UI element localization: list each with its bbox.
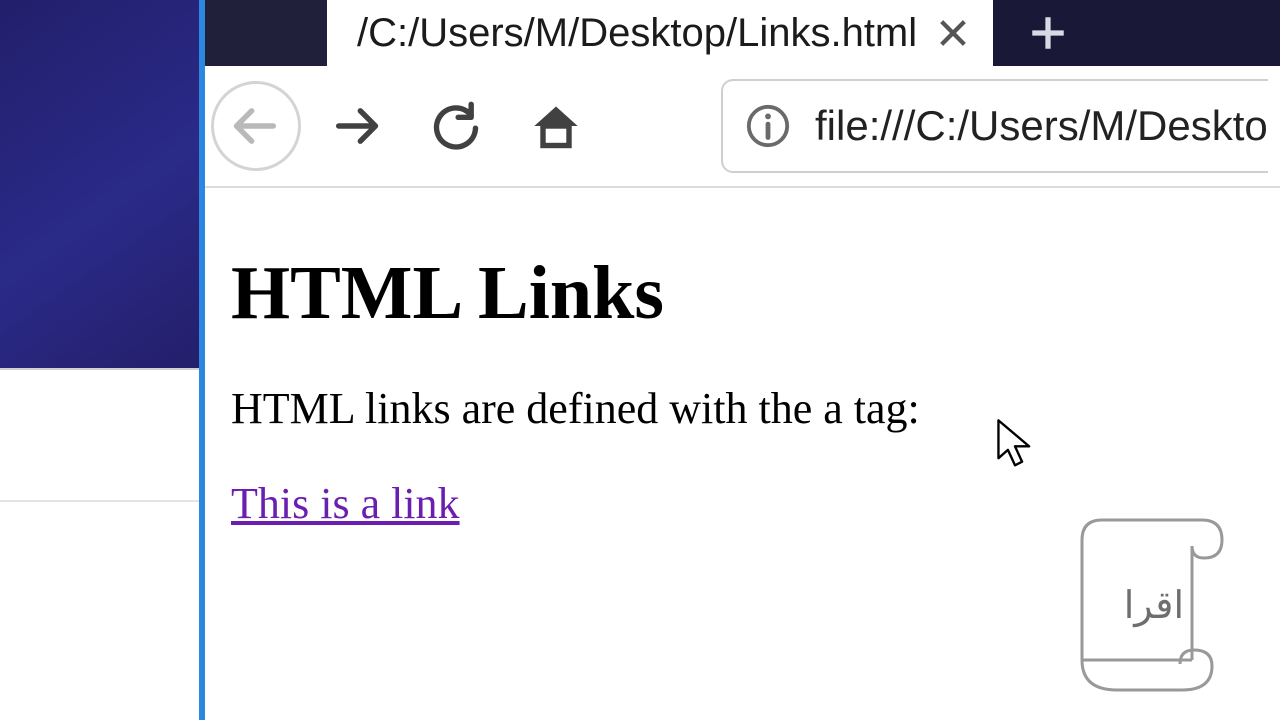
background-window-header <box>0 0 205 368</box>
page-viewport: HTML Links HTML links are defined with t… <box>205 188 1280 720</box>
tab-strip: /C:/Users/M/Desktop/Links.html <box>205 0 1280 66</box>
url-bar[interactable]: file:///C:/Users/M/Deskto <box>721 79 1268 173</box>
browser-window: /C:/Users/M/Desktop/Links.html <box>205 0 1280 720</box>
watermark-text: اقرا <box>1124 583 1184 628</box>
site-info-icon[interactable] <box>745 103 791 149</box>
tab-title: /C:/Users/M/Desktop/Links.html <box>357 11 917 56</box>
reload-icon <box>430 100 482 152</box>
tabstrip-spacer <box>205 0 327 66</box>
background-divider <box>0 368 205 370</box>
home-icon <box>530 100 582 152</box>
close-icon <box>936 16 970 50</box>
page-heading: HTML Links <box>231 250 1254 337</box>
page-paragraph: HTML links are defined with the a tag: <box>231 383 1254 434</box>
close-tab-button[interactable] <box>931 11 975 55</box>
watermark-scroll-icon <box>1062 510 1232 700</box>
arrow-right-icon <box>330 100 382 152</box>
url-text: file:///C:/Users/M/Deskto <box>815 102 1268 150</box>
reload-button[interactable] <box>411 81 501 171</box>
back-button[interactable] <box>211 81 301 171</box>
new-tab-button[interactable] <box>1013 0 1083 66</box>
nav-toolbar: file:///C:/Users/M/Deskto <box>205 66 1280 188</box>
background-divider-2 <box>0 500 205 502</box>
plus-icon <box>1027 12 1069 54</box>
browser-tab[interactable]: /C:/Users/M/Desktop/Links.html <box>327 0 993 66</box>
example-link[interactable]: This is a link <box>231 479 460 528</box>
arrow-left-icon <box>230 100 282 152</box>
background-window <box>0 0 205 720</box>
forward-button[interactable] <box>311 81 401 171</box>
home-button[interactable] <box>511 81 601 171</box>
